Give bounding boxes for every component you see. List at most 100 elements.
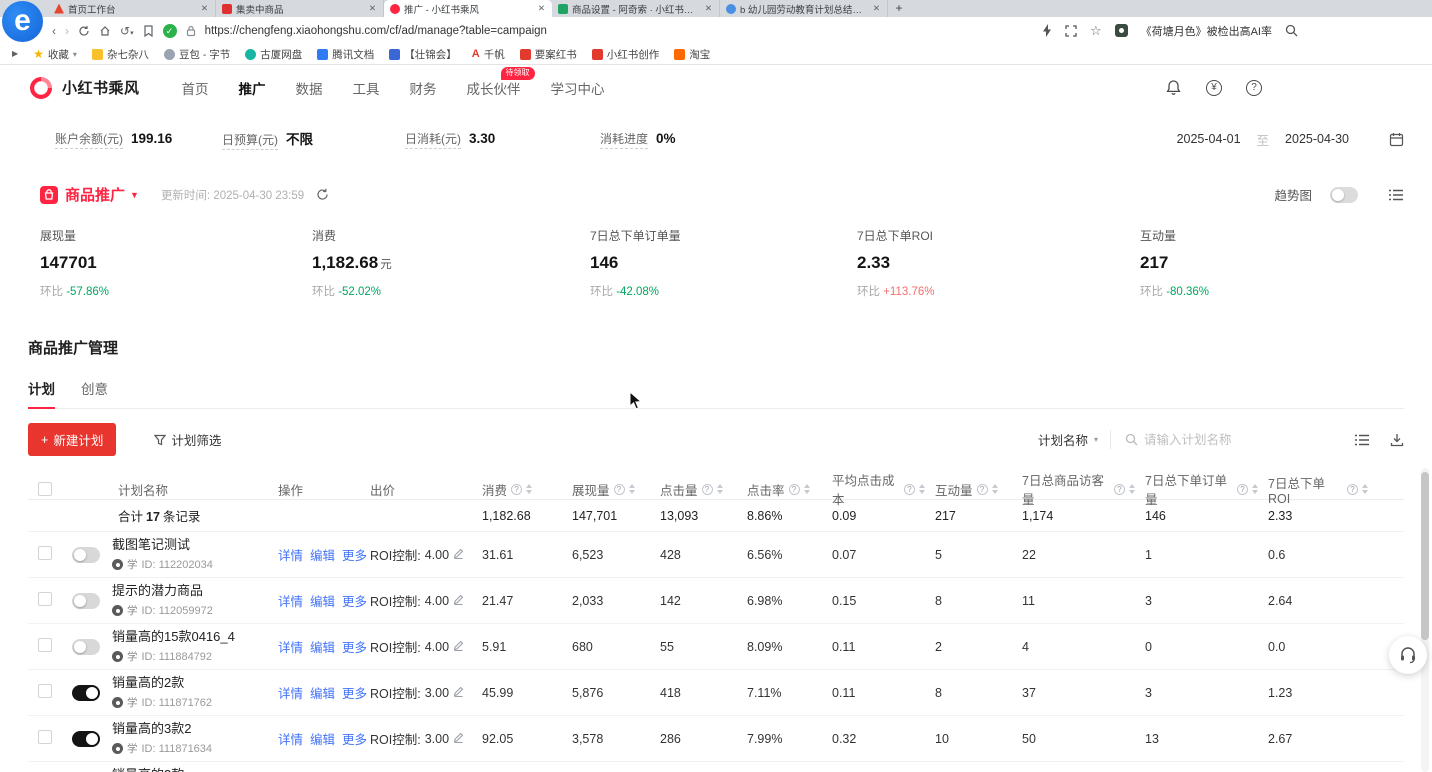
- sort-icon[interactable]: [992, 484, 998, 494]
- bookmark-item[interactable]: A千帆: [472, 47, 505, 62]
- edit-pencil-icon[interactable]: [453, 594, 464, 608]
- column-header[interactable]: 7日总商品访客量?: [1012, 470, 1135, 508]
- op-link-编辑[interactable]: 编辑: [310, 683, 335, 702]
- tab-close-icon[interactable]: ✕: [200, 3, 209, 14]
- finance-yen-icon[interactable]: ¥: [1206, 80, 1222, 96]
- bookmark-item[interactable]: 杂七杂八: [92, 47, 149, 62]
- row-checkbox[interactable]: [38, 684, 52, 698]
- bell-icon[interactable]: [1165, 79, 1182, 96]
- screenshot-icon[interactable]: [1065, 25, 1077, 37]
- row-checkbox[interactable]: [38, 592, 52, 606]
- forward-icon[interactable]: ›: [65, 25, 69, 37]
- tab-close-icon[interactable]: ✕: [368, 3, 377, 14]
- info-icon[interactable]: ?: [789, 484, 800, 495]
- new-plan-button[interactable]: + 新建计划: [28, 423, 116, 456]
- url-text[interactable]: https://chengfeng.xiaohongshu.com/cf/ad/…: [205, 25, 1029, 37]
- info-icon[interactable]: ?: [904, 484, 915, 495]
- plan-name[interactable]: 销量高的3款2: [112, 721, 212, 737]
- plan-name[interactable]: 销量高的3款: [112, 767, 212, 772]
- op-link-编辑[interactable]: 编辑: [310, 637, 335, 656]
- nav-item-学习中心[interactable]: 学习中心: [551, 78, 605, 98]
- chevron-down-icon[interactable]: ▼: [130, 190, 139, 200]
- op-link-编辑[interactable]: 编辑: [310, 729, 335, 748]
- browser-tab[interactable]: 集卖中商品✕: [216, 0, 384, 17]
- customer-service-button[interactable]: [1389, 636, 1427, 674]
- browser-tab[interactable]: 推广 - 小红书乘风✕: [384, 0, 552, 17]
- plan-name[interactable]: 销量高的2款: [112, 675, 212, 691]
- info-icon[interactable]: ?: [511, 484, 522, 495]
- browser-tab[interactable]: b 幼儿园劳动教育计划总结方案…✕: [720, 0, 888, 17]
- plan-enable-toggle[interactable]: [72, 547, 100, 563]
- edit-pencil-icon[interactable]: [453, 732, 464, 746]
- date-range[interactable]: 2025-04-01 至 2025-04-30: [1177, 130, 1404, 149]
- column-header[interactable]: 点击量?: [650, 480, 737, 499]
- browser-tab[interactable]: 首页工作台✕: [48, 0, 216, 17]
- tab-close-icon[interactable]: ✕: [704, 3, 713, 14]
- sort-icon[interactable]: [1362, 484, 1368, 494]
- column-header[interactable]: 展现量?: [562, 480, 650, 499]
- bookmark-item[interactable]: 淘宝: [674, 47, 710, 62]
- header-checkbox[interactable]: [38, 482, 52, 496]
- info-icon[interactable]: ?: [1347, 484, 1358, 495]
- bookmark-item[interactable]: 腾讯文档: [317, 47, 374, 62]
- manage-tab-创意[interactable]: 创意: [81, 378, 108, 408]
- field-selector[interactable]: 计划名称▾: [1038, 430, 1111, 449]
- browser-logo[interactable]: e: [2, 1, 43, 42]
- op-link-详情[interactable]: 详情: [278, 591, 303, 610]
- bookmark-item[interactable]: 豆包 - 字节: [164, 47, 230, 62]
- row-checkbox[interactable]: [38, 546, 52, 560]
- sidebar-toggle-icon[interactable]: ▶: [12, 50, 18, 58]
- home-icon[interactable]: [99, 25, 111, 37]
- bookmark-item[interactable]: 要案红书: [520, 47, 577, 62]
- nav-item-工具[interactable]: 工具: [353, 78, 380, 98]
- vertical-scrollbar[interactable]: [1421, 468, 1429, 772]
- plan-enable-toggle[interactable]: [72, 685, 100, 701]
- bookmark-item[interactable]: 古厦网盘: [245, 47, 302, 62]
- nav-item-首页[interactable]: 首页: [182, 78, 209, 98]
- back-icon[interactable]: ‹: [52, 25, 56, 37]
- date-start[interactable]: 2025-04-01: [1177, 132, 1241, 146]
- undo-icon[interactable]: ↺▾: [120, 25, 134, 37]
- browser-tab[interactable]: 商品设置 - 阿奇索 · 小红书自动…✕: [552, 0, 720, 17]
- op-link-编辑[interactable]: 编辑: [310, 545, 335, 564]
- nav-item-推广[interactable]: 推广: [239, 78, 266, 98]
- scrollbar-thumb[interactable]: [1421, 472, 1429, 640]
- refresh-icon[interactable]: [316, 188, 329, 201]
- info-icon[interactable]: ?: [1237, 484, 1248, 495]
- column-header[interactable]: 消费?: [472, 480, 562, 499]
- calendar-icon[interactable]: [1389, 132, 1404, 147]
- sort-icon[interactable]: [526, 484, 532, 494]
- edit-pencil-icon[interactable]: [453, 548, 464, 562]
- column-header[interactable]: 互动量?: [925, 480, 1012, 499]
- info-icon[interactable]: ?: [977, 484, 988, 495]
- column-config-icon[interactable]: [1354, 433, 1370, 447]
- plan-enable-toggle[interactable]: [72, 731, 100, 747]
- sort-icon[interactable]: [629, 484, 635, 494]
- op-link-编辑[interactable]: 编辑: [310, 591, 335, 610]
- sort-icon[interactable]: [804, 484, 810, 494]
- sort-icon[interactable]: [717, 484, 723, 494]
- security-shield-icon[interactable]: ✓: [163, 24, 177, 38]
- plan-filter-button[interactable]: 计划筛选: [154, 430, 221, 449]
- row-checkbox[interactable]: [38, 638, 52, 652]
- op-link-详情[interactable]: 详情: [278, 637, 303, 656]
- bookmark-pages-icon[interactable]: [143, 25, 154, 37]
- tab-close-icon[interactable]: ✕: [872, 3, 881, 14]
- bookmark-item[interactable]: 【壮锦会】: [389, 47, 457, 62]
- new-tab-button[interactable]: +: [888, 0, 910, 17]
- column-header[interactable]: 平均点击成本?: [822, 470, 925, 508]
- manage-tab-计划[interactable]: 计划: [28, 378, 55, 408]
- nav-item-财务[interactable]: 财务: [410, 78, 437, 98]
- plan-enable-toggle[interactable]: [72, 639, 100, 655]
- date-end[interactable]: 2025-04-30: [1285, 132, 1349, 146]
- op-link-详情[interactable]: 详情: [278, 545, 303, 564]
- plan-name[interactable]: 截图笔记测试: [112, 537, 213, 553]
- column-header[interactable]: 7日总下单订单量?: [1135, 470, 1258, 508]
- edit-pencil-icon[interactable]: [453, 686, 464, 700]
- bookmark-item[interactable]: 小红书创作: [592, 47, 660, 62]
- reload-icon[interactable]: [78, 25, 90, 37]
- overview-title[interactable]: 商品推广: [65, 184, 125, 205]
- favorite-star-icon[interactable]: ☆: [1090, 24, 1102, 37]
- column-header[interactable]: 7日总下单ROI?: [1258, 473, 1368, 506]
- plan-name[interactable]: 销量高的15款0416_4: [112, 629, 235, 645]
